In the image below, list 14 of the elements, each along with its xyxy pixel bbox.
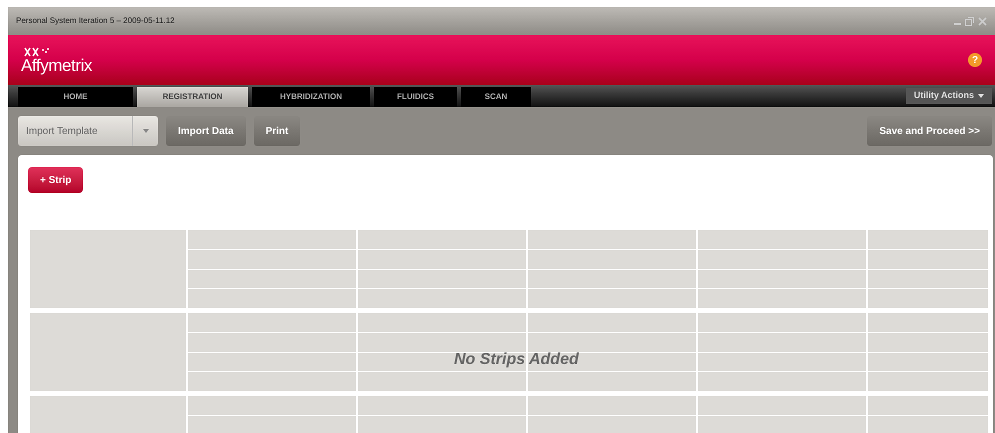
empty-message: No Strips Added	[454, 350, 579, 370]
tab[interactable]: REGISTRATION	[137, 87, 248, 107]
tab[interactable]: SCAN	[461, 87, 531, 107]
add-strip-button[interactable]: + Strip	[28, 167, 84, 193]
toolbar-button[interactable]: Import Data	[166, 116, 246, 146]
tab[interactable]: HOME	[18, 87, 133, 107]
tab[interactable]: FLUIDICS	[374, 87, 457, 107]
import-template-dropdown[interactable]: Import Template	[18, 116, 158, 146]
window-title: Personal System Iteration 5 – 2009-05-11.12	[16, 15, 175, 27]
tab[interactable]: HYBRIDIZATION	[252, 87, 370, 107]
toolbar-button[interactable]: Print	[254, 116, 300, 146]
utility-actions-menu[interactable]: Utility Actions	[906, 88, 992, 104]
save-and-proceed-button[interactable]: Save and Proceed >>	[867, 116, 992, 146]
logo-text: Affymetrix	[21, 56, 92, 74]
